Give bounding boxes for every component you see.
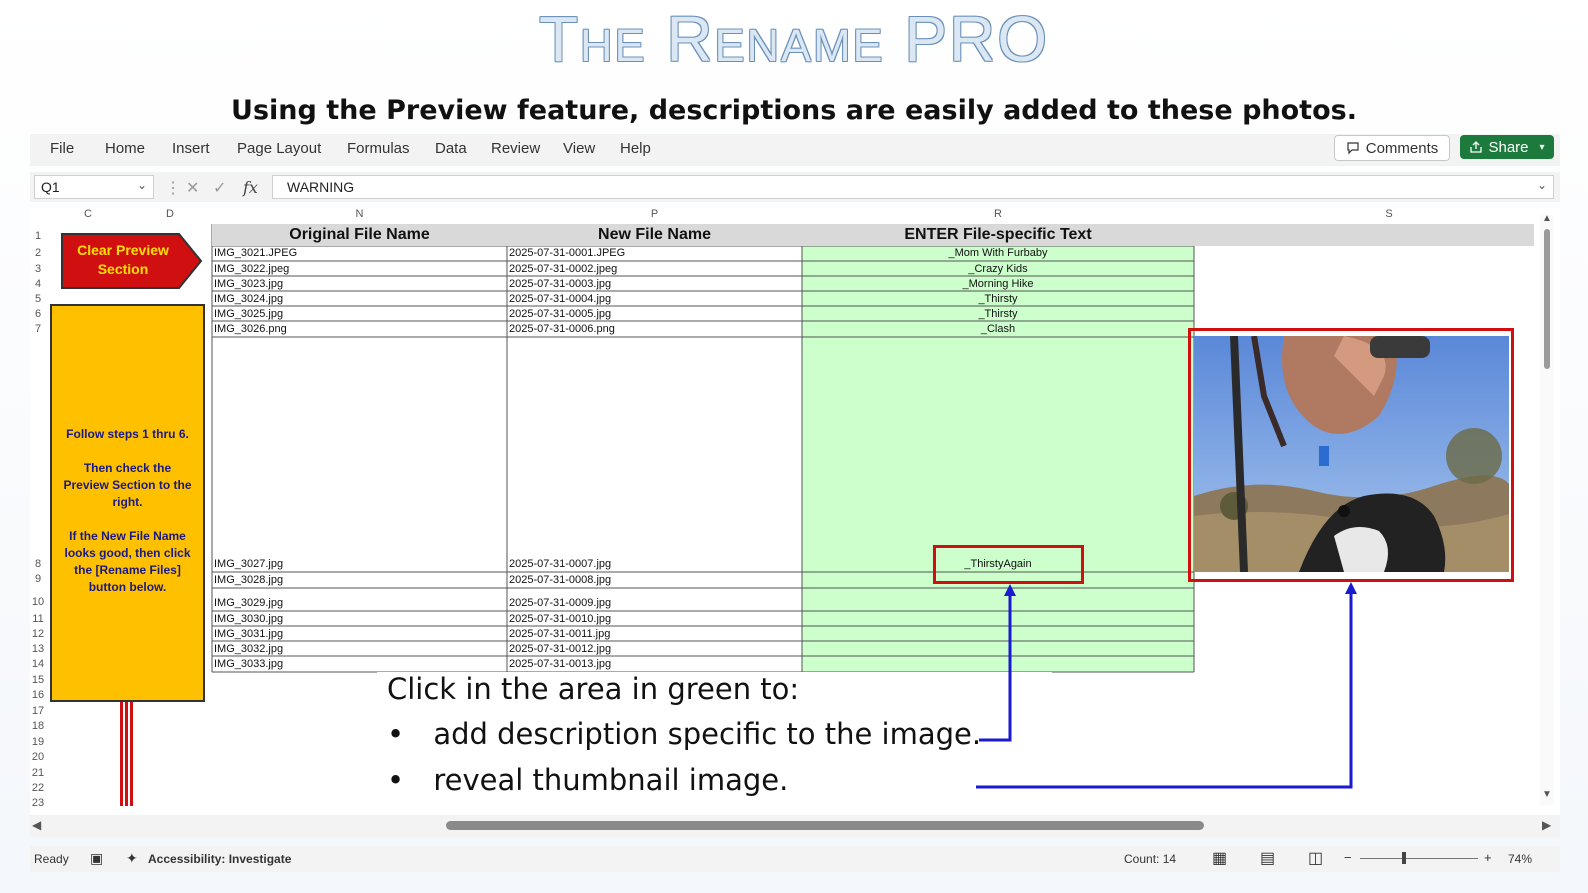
horizontal-scrollbar[interactable]: ◀ ▶ [30,815,1560,837]
macro-record-icon[interactable]: ▣ [90,850,103,867]
accessibility-status[interactable]: Accessibility: Investigate [148,852,291,866]
accessibility-icon[interactable]: ✦ [126,850,138,867]
zoom-in-icon[interactable]: + [1484,850,1492,865]
page-break-view-icon[interactable]: ◫ [1308,848,1323,868]
status-count: Count: 14 [1124,852,1177,866]
zoom-slider-thumb[interactable] [1402,852,1406,864]
scroll-up-icon[interactable]: ▲ [1542,213,1552,224]
page-layout-view-icon[interactable]: ▤ [1260,848,1275,868]
normal-view-icon[interactable]: ▦ [1212,848,1227,868]
connector-arrows [976,582,1357,789]
vertical-scroll-thumb[interactable] [1544,229,1550,369]
zoom-level[interactable]: 74% [1508,852,1532,866]
vertical-scrollbar[interactable]: ▲ ▼ [1540,213,1554,805]
status-bar: Ready ▣ ✦ Accessibility: Investigate Cou… [30,846,1560,872]
zoom-out-icon[interactable]: − [1344,850,1352,865]
status-ready: Ready [34,852,69,866]
scroll-down-icon[interactable]: ▼ [1542,789,1552,800]
scroll-right-icon[interactable]: ▶ [1542,818,1551,832]
horizontal-scroll-thumb[interactable] [446,821,1204,830]
scroll-left-icon[interactable]: ◀ [32,818,41,832]
zoom-slider[interactable] [1360,852,1478,864]
